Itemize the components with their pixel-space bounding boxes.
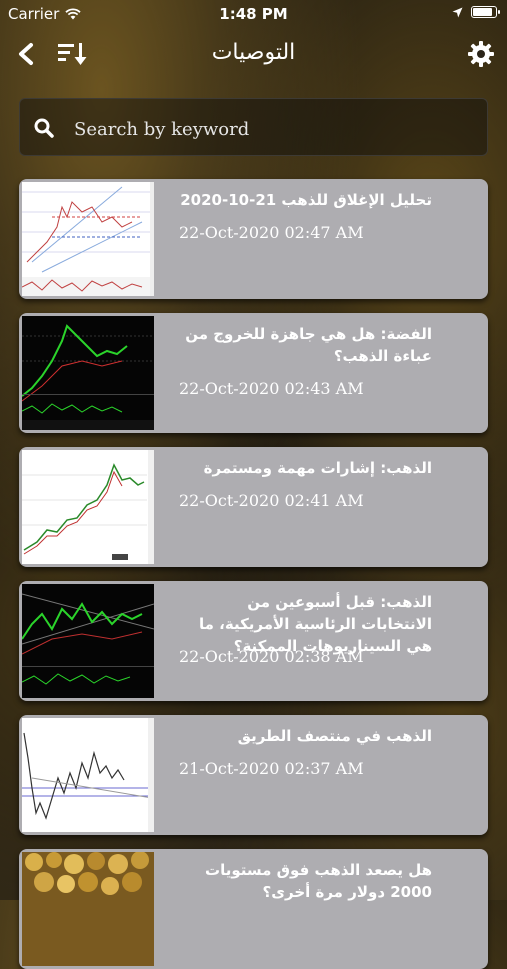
chart-thumbnail-image [22, 316, 154, 430]
article-date: 22-Oct-2020 02:41 AM [179, 491, 364, 510]
article-card[interactable]: الذهب: قبل أسبوعين من الانتخابات الرئاسي… [19, 581, 488, 701]
article-card[interactable]: الذهب: إشارات مهمة ومستمرة 22-Oct-2020 0… [19, 447, 488, 567]
article-thumbnail [22, 450, 154, 564]
article-date: 21-Oct-2020 02:37 AM [179, 759, 364, 778]
article-date: 22-Oct-2020 02:47 AM [179, 223, 364, 242]
article-card[interactable]: تحليل الإغلاق للذهب 21-10-2020 22-Oct-20… [19, 179, 488, 299]
articles-list: تحليل الإغلاق للذهب 21-10-2020 22-Oct-20… [0, 0, 507, 969]
article-title: هل يصعد الذهب فوق مستويات 2000 دولار مرة… [205, 861, 432, 901]
article-card[interactable]: هل يصعد الذهب فوق مستويات 2000 دولار مرة… [19, 849, 488, 969]
article-thumbnail [22, 182, 154, 296]
article-title: الذهب: إشارات مهمة ومستمرة [203, 459, 432, 477]
chart-thumbnail-image [22, 450, 154, 564]
chart-thumbnail-image [22, 182, 154, 296]
article-thumbnail [22, 852, 154, 966]
article-thumbnail [22, 316, 154, 430]
article-title: تحليل الإغلاق للذهب 21-10-2020 [180, 191, 432, 209]
article-thumbnail [22, 584, 154, 698]
chart-thumbnail-image [22, 584, 154, 698]
article-title: الفضة: هل هي جاهزة للخروج من عباءة الذهب… [185, 325, 432, 365]
article-thumbnail [22, 718, 154, 832]
article-date: 22-Oct-2020 02:43 AM [179, 379, 364, 398]
article-title: الذهب في منتصف الطريق [237, 727, 432, 745]
gold-nuggets-image [22, 852, 154, 966]
article-card[interactable]: الفضة: هل هي جاهزة للخروج من عباءة الذهب… [19, 313, 488, 433]
article-date: 22-Oct-2020 02:38 AM [179, 647, 364, 666]
chart-thumbnail-image [22, 718, 154, 832]
article-card[interactable]: الذهب في منتصف الطريق 21-Oct-2020 02:37 … [19, 715, 488, 835]
